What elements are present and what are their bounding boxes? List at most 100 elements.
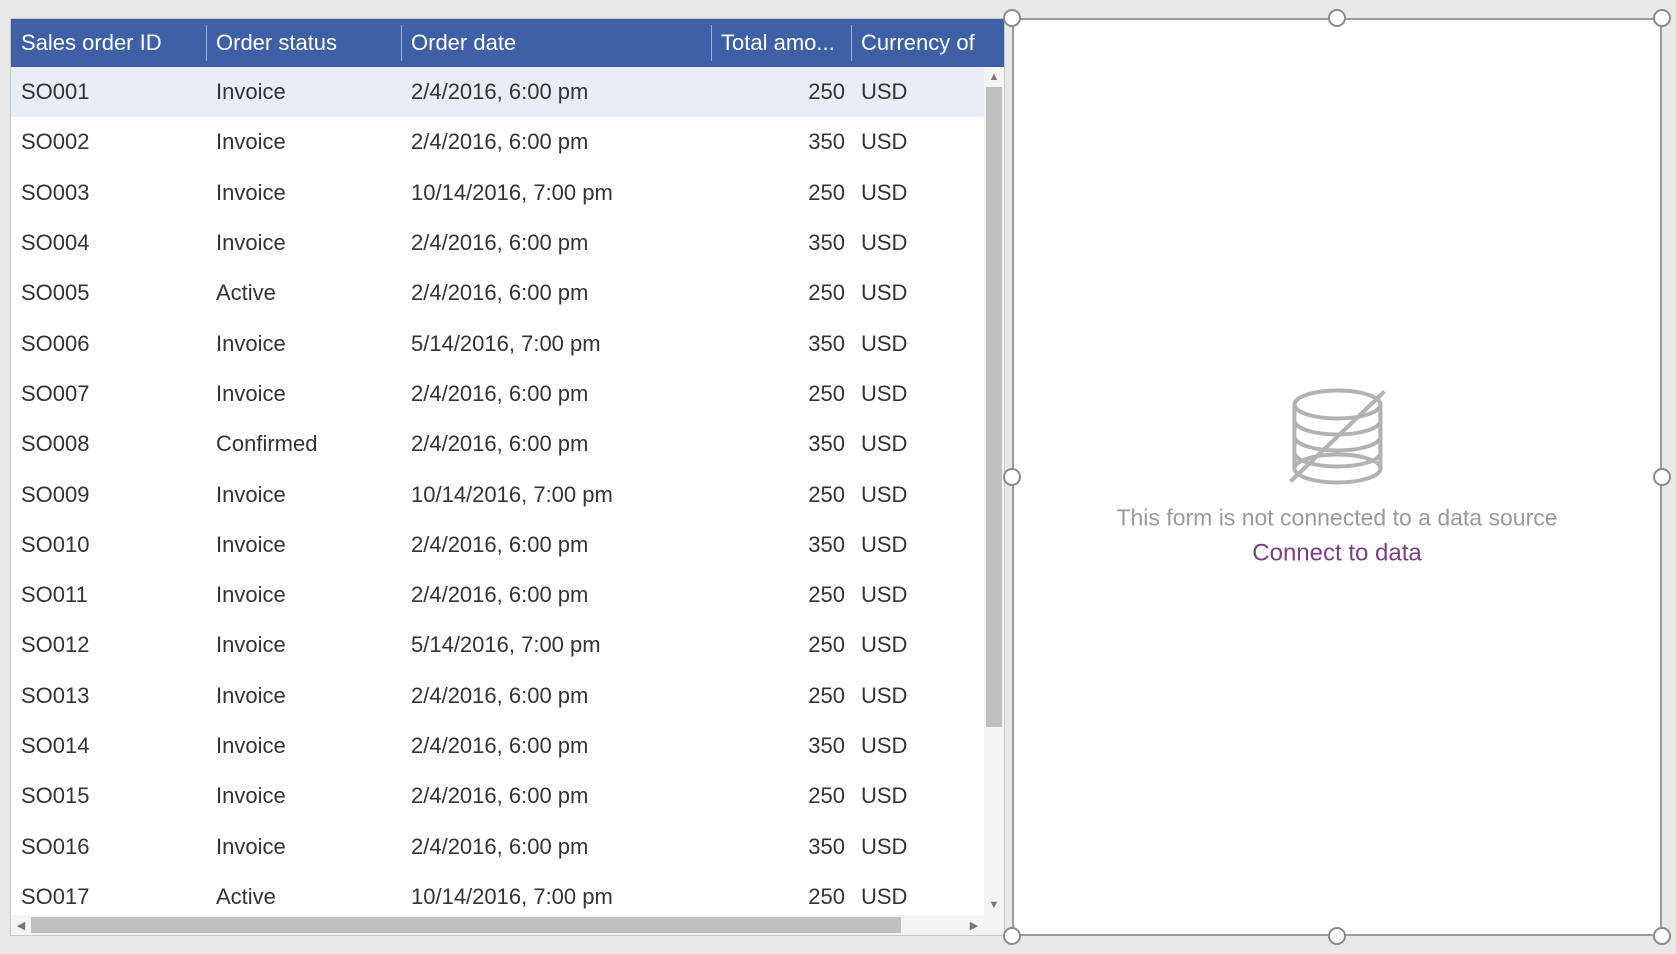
resize-handle-s[interactable] [1328,927,1346,945]
cell-order-date: 2/4/2016, 6:00 pm [401,683,711,709]
cell-order-status: Invoice [206,79,401,105]
table-row[interactable]: SO007Invoice2/4/2016, 6:00 pm250USD [11,369,984,419]
cell-order-date: 2/4/2016, 6:00 pm [401,733,711,759]
table-row[interactable]: SO011Invoice2/4/2016, 6:00 pm250USD [11,570,984,620]
cell-total-amount: 250 [711,783,851,809]
form-control-selected[interactable]: This form is not connected to a data sou… [1012,18,1662,936]
cell-sales-order-id: SO011 [11,582,206,608]
cell-order-date: 2/4/2016, 6:00 pm [401,783,711,809]
table-row[interactable]: SO013Invoice2/4/2016, 6:00 pm250USD [11,671,984,721]
vertical-scrollbar[interactable]: ▲ ▼ [984,67,1004,915]
resize-handle-nw[interactable] [1003,9,1021,27]
cell-order-status: Invoice [206,532,401,558]
cell-order-date: 5/14/2016, 7:00 pm [401,632,711,658]
cell-currency: USD [851,230,976,256]
resize-handle-sw[interactable] [1003,927,1021,945]
cell-order-date: 5/14/2016, 7:00 pm [401,331,711,357]
cell-total-amount: 250 [711,79,851,105]
resize-handle-w[interactable] [1003,468,1021,486]
cell-order-status: Invoice [206,683,401,709]
cell-total-amount: 350 [711,532,851,558]
cell-order-date: 2/4/2016, 6:00 pm [401,532,711,558]
table-row[interactable]: SO015Invoice2/4/2016, 6:00 pm250USD [11,771,984,821]
sales-orders-table[interactable]: Sales order ID Order status Order date T… [10,18,1005,936]
cell-currency: USD [851,582,976,608]
cell-currency: USD [851,482,976,508]
resize-handle-e[interactable] [1653,468,1671,486]
resize-handle-n[interactable] [1328,9,1346,27]
table-row[interactable]: SO001Invoice2/4/2016, 6:00 pm250USD [11,67,984,117]
table-row[interactable]: SO017Active10/14/2016, 7:00 pm250USD [11,872,984,915]
table-row[interactable]: SO012Invoice5/14/2016, 7:00 pm250USD [11,620,984,670]
cell-currency: USD [851,280,976,306]
cell-currency: USD [851,79,976,105]
cell-sales-order-id: SO017 [11,884,206,910]
col-header-sales-order-id[interactable]: Sales order ID [11,19,206,67]
cell-total-amount: 250 [711,482,851,508]
cell-order-date: 2/4/2016, 6:00 pm [401,834,711,860]
cell-order-date: 2/4/2016, 6:00 pm [401,431,711,457]
table-row[interactable]: SO005Active2/4/2016, 6:00 pm250USD [11,268,984,318]
cell-total-amount: 250 [711,582,851,608]
cell-total-amount: 350 [711,230,851,256]
cell-sales-order-id: SO015 [11,783,206,809]
cell-order-date: 2/4/2016, 6:00 pm [401,230,711,256]
scroll-left-icon[interactable]: ◀ [11,915,31,935]
col-header-order-date[interactable]: Order date [401,19,711,67]
resize-handle-se[interactable] [1653,927,1671,945]
table-row[interactable]: SO006Invoice5/14/2016, 7:00 pm350USD [11,318,984,368]
cell-currency: USD [851,532,976,558]
cell-sales-order-id: SO004 [11,230,206,256]
cell-total-amount: 250 [711,180,851,206]
cell-total-amount: 250 [711,632,851,658]
cell-order-date: 10/14/2016, 7:00 pm [401,482,711,508]
cell-order-status: Invoice [206,632,401,658]
cell-currency: USD [851,884,976,910]
cell-order-status: Invoice [206,582,401,608]
cell-total-amount: 350 [711,431,851,457]
table-row[interactable]: SO014Invoice2/4/2016, 6:00 pm350USD [11,721,984,771]
col-header-currency[interactable]: Currency of T [851,19,976,67]
cell-sales-order-id: SO003 [11,180,206,206]
cell-currency: USD [851,180,976,206]
cell-order-status: Invoice [206,783,401,809]
table-row[interactable]: SO009Invoice10/14/2016, 7:00 pm250USD [11,469,984,519]
cell-currency: USD [851,381,976,407]
cell-order-date: 2/4/2016, 6:00 pm [401,582,711,608]
table-row[interactable]: SO003Invoice10/14/2016, 7:00 pm250USD [11,168,984,218]
horizontal-scrollbar[interactable]: ◀ ▶ [11,915,984,935]
scrollbar-corner [984,915,1004,935]
cell-total-amount: 350 [711,733,851,759]
form-empty-message: This form is not connected to a data sou… [1116,505,1557,532]
table-row[interactable]: SO008Confirmed2/4/2016, 6:00 pm350USD [11,419,984,469]
cell-total-amount: 250 [711,280,851,306]
resize-handle-ne[interactable] [1653,9,1671,27]
cell-total-amount: 350 [711,331,851,357]
table-row[interactable]: SO010Invoice2/4/2016, 6:00 pm350USD [11,520,984,570]
cell-sales-order-id: SO009 [11,482,206,508]
cell-total-amount: 250 [711,884,851,910]
cell-order-date: 10/14/2016, 7:00 pm [401,884,711,910]
cell-sales-order-id: SO010 [11,532,206,558]
cell-sales-order-id: SO007 [11,381,206,407]
cell-order-status: Invoice [206,482,401,508]
table-row[interactable]: SO004Invoice2/4/2016, 6:00 pm350USD [11,218,984,268]
horizontal-scroll-thumb[interactable] [31,917,901,933]
vertical-scroll-thumb[interactable] [986,87,1002,727]
col-header-total-amount[interactable]: Total amo... [711,19,851,67]
scroll-right-icon[interactable]: ▶ [964,915,984,935]
col-header-order-status[interactable]: Order status [206,19,401,67]
scroll-down-icon[interactable]: ▼ [984,895,1004,915]
cell-sales-order-id: SO001 [11,79,206,105]
table-row[interactable]: SO016Invoice2/4/2016, 6:00 pm350USD [11,821,984,871]
scroll-up-icon[interactable]: ▲ [984,67,1004,87]
cell-sales-order-id: SO002 [11,129,206,155]
table-row[interactable]: SO002Invoice2/4/2016, 6:00 pm350USD [11,117,984,167]
cell-order-status: Invoice [206,230,401,256]
cell-currency: USD [851,632,976,658]
table-body: SO001Invoice2/4/2016, 6:00 pm250USDSO002… [11,67,984,915]
connect-to-data-link[interactable]: Connect to data [1116,540,1557,568]
cell-total-amount: 250 [711,381,851,407]
cell-order-status: Invoice [206,180,401,206]
cell-currency: USD [851,331,976,357]
